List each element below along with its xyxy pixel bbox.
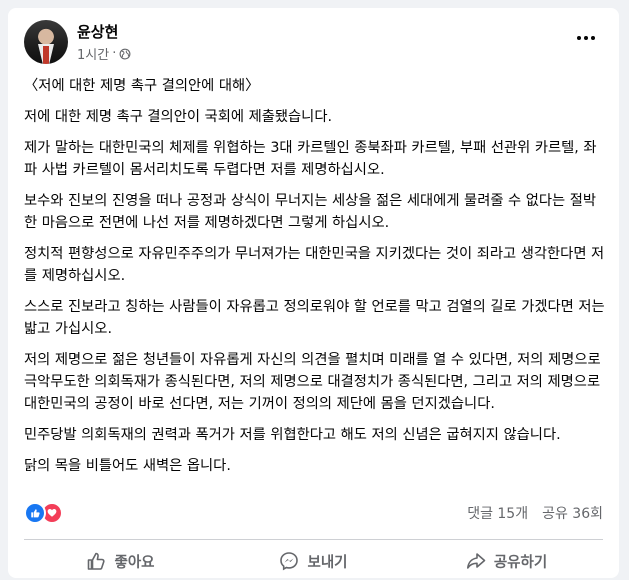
more-dot [591, 36, 595, 40]
engagement-counts: 댓글 15개 공유 36회 [467, 503, 603, 523]
share-label: 공유하기 [493, 554, 548, 571]
post-paragraph: 제가 말하는 대한민국의 체제를 위협하는 3대 카르텔인 종북좌파 카르텔, … [24, 140, 597, 178]
share-button[interactable]: 공유하기 [410, 544, 603, 578]
post-card: 윤상현 1시간 · 〈저에 대한 제명 촉구 결의안에 대해〉 저에 대한 제명… [8, 8, 619, 578]
author-name[interactable]: 윤상현 [77, 21, 118, 42]
reaction-icons[interactable] [24, 502, 63, 524]
post-time[interactable]: 1시간 [77, 44, 109, 63]
reaction-summary: 댓글 15개 공유 36회 [24, 502, 603, 524]
divider [24, 539, 603, 540]
post-header: 윤상현 1시간 · [24, 20, 604, 64]
comment-count[interactable]: 댓글 15개 [467, 503, 528, 523]
globe-icon[interactable] [119, 48, 131, 60]
post-paragraph: 민주당발 의회독재의 권력과 폭거가 저를 위협한다고 해도 저의 신념은 굽혀… [24, 427, 561, 443]
post-content: 〈저에 대한 제명 촉구 결의안에 대해〉 저에 대한 제명 촉구 결의안이 국… [24, 75, 609, 486]
post-paragraph: 저의 제명으로 젊은 청년들이 자유롭게 자신의 의견을 펼치며 미래를 열 수… [24, 352, 601, 412]
send-button[interactable]: 보내기 [217, 544, 410, 578]
post-paragraph: 닭의 목을 비틀어도 새벽은 옵니다. [24, 458, 231, 474]
post-paragraph: 스스로 진보라고 칭하는 사람들이 자유롭고 정의로워야 할 언로를 막고 검열… [24, 299, 605, 337]
like-button[interactable]: 좋아요 [24, 544, 217, 578]
avatar-tie [43, 46, 49, 64]
send-label: 보내기 [307, 554, 348, 571]
more-dots-icon[interactable] [568, 24, 604, 52]
action-bar: 좋아요 보내기 공유하기 [24, 544, 603, 578]
share-count[interactable]: 공유 36회 [542, 503, 603, 523]
more-dot [584, 36, 588, 40]
more-dot [577, 36, 581, 40]
post-paragraph: 정치적 편향성으로 자유민주주의가 무너져가는 대한민국을 지키겠다는 것이 죄… [24, 246, 605, 284]
messenger-icon [280, 552, 299, 571]
post-paragraph: 저에 대한 제명 촉구 결의안이 국회에 제출됐습니다. [24, 109, 333, 125]
post-paragraph: 〈저에 대한 제명 촉구 결의안에 대해〉 [24, 78, 260, 94]
like-label: 좋아요 [114, 554, 155, 571]
like-reaction-icon [24, 502, 46, 524]
avatar[interactable] [24, 20, 68, 64]
meta-separator: · [112, 46, 117, 61]
thumbs-up-icon [88, 552, 106, 570]
share-arrow-icon [466, 553, 486, 569]
post-paragraph: 보수와 진보의 진영을 떠나 공정과 상식이 무너지는 세상을 젊은 세대에게 … [24, 193, 597, 231]
post-meta: 1시간 · [77, 44, 131, 63]
